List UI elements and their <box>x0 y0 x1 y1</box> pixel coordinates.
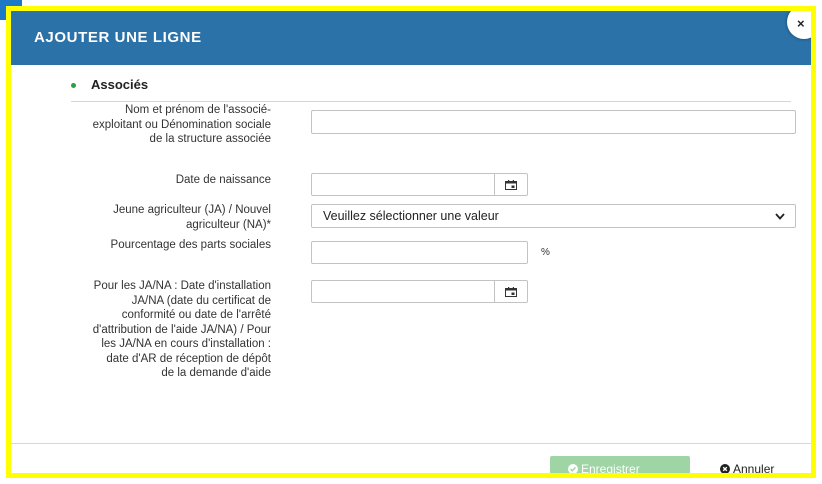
calendar-icon <box>505 287 517 297</box>
save-button-label: Enregistrer <box>581 462 640 476</box>
birth-date-calendar-button[interactable] <box>495 173 528 196</box>
cancel-button[interactable]: Annuler <box>705 456 805 476</box>
status-label: Jeune agriculteur (JA) / Nouvel agricult… <box>113 204 271 231</box>
birth-date-label: Date de naissance <box>175 174 271 186</box>
section-title: Associés <box>91 77 149 92</box>
name-label: Nom et prénom de l'associé-exploitant ou… <box>92 104 271 145</box>
calendar-icon <box>505 180 517 190</box>
install-date-label: Pour les JA/NA : Date d'installation JA/… <box>92 280 271 379</box>
cancel-button-label: Annuler <box>733 462 775 476</box>
section-bullet-icon <box>71 83 76 88</box>
modal-title: AJOUTER UNE LIGNE <box>34 29 202 46</box>
birth-date-input[interactable] <box>311 173 495 196</box>
times-circle-icon <box>720 464 730 473</box>
install-date-input[interactable] <box>311 280 495 303</box>
shares-input[interactable] <box>311 241 528 264</box>
shares-label: Pourcentage des parts sociales <box>110 239 271 251</box>
close-icon: × <box>797 16 805 31</box>
section-associes: Associés <box>71 73 791 102</box>
status-select[interactable]: Veuillez sélectionner une valeur <box>311 204 796 228</box>
modal-header: AJOUTER UNE LIGNE <box>11 11 811 65</box>
save-button[interactable]: Enregistrer <box>550 456 690 476</box>
percent-unit: % <box>541 247 550 258</box>
check-circle-icon <box>568 464 578 473</box>
name-input[interactable] <box>311 110 796 134</box>
add-line-modal: AJOUTER UNE LIGNE Associés Nom et prénom… <box>6 6 816 478</box>
footer-divider <box>11 443 811 444</box>
close-button[interactable]: × <box>787 11 811 39</box>
chevron-down-icon <box>775 213 785 220</box>
status-selected-value: Veuillez sélectionner une valeur <box>323 209 499 223</box>
install-date-calendar-button[interactable] <box>495 280 528 303</box>
